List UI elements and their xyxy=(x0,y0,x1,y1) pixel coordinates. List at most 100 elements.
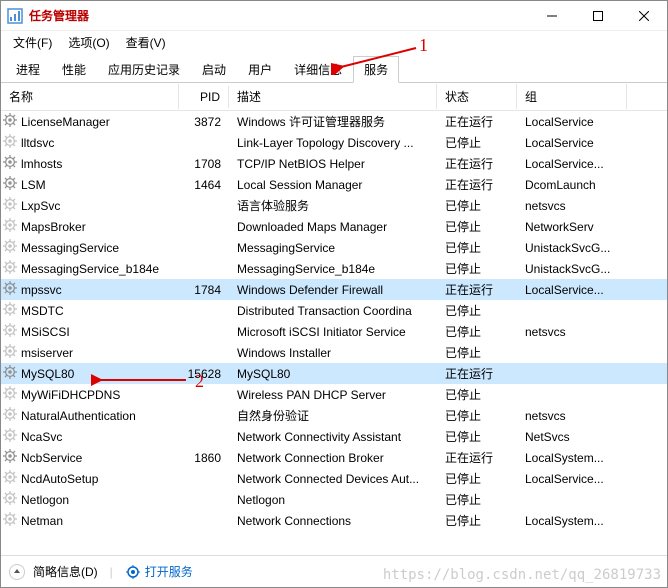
service-status: 正在运行 xyxy=(437,154,517,173)
service-name: Netlogon xyxy=(21,493,69,507)
service-pid: 1464 xyxy=(179,177,229,193)
service-status: 正在运行 xyxy=(437,280,517,299)
table-row[interactable]: MyWiFiDHCPDNSWireless PAN DHCP Server已停止 xyxy=(1,384,667,405)
col-header-status[interactable]: 状态 xyxy=(437,84,517,109)
table-row[interactable]: msiserverWindows Installer已停止 xyxy=(1,342,667,363)
gear-icon xyxy=(1,260,21,277)
table-row[interactable]: MySQL8015628MySQL80正在运行 xyxy=(1,363,667,384)
service-status: 已停止 xyxy=(437,490,517,509)
window-title: 任务管理器 xyxy=(29,7,529,24)
titlebar[interactable]: 任务管理器 xyxy=(1,1,667,31)
table-row[interactable]: MessagingServiceMessagingService已停止Unist… xyxy=(1,237,667,258)
gear-icon xyxy=(1,176,21,193)
service-desc: Network Connectivity Assistant xyxy=(229,429,437,445)
table-row[interactable]: NaturalAuthentication自然身份验证已停止netsvcs xyxy=(1,405,667,426)
service-pid: 1860 xyxy=(179,450,229,466)
table-row[interactable]: MSiSCSIMicrosoft iSCSI Initiator Service… xyxy=(1,321,667,342)
table-row[interactable]: NcaSvcNetwork Connectivity Assistant已停止N… xyxy=(1,426,667,447)
services-icon xyxy=(125,564,141,580)
menu-view[interactable]: 查看(V) xyxy=(120,32,172,53)
service-group: LocalSystem... xyxy=(517,513,627,529)
table-row[interactable]: NcbService1860Network Connection Broker正… xyxy=(1,447,667,468)
service-name: MySQL80 xyxy=(21,367,74,381)
table-row[interactable]: NetmanNetwork Connections已停止LocalSystem.… xyxy=(1,510,667,531)
gear-icon xyxy=(1,344,21,361)
service-status: 已停止 xyxy=(437,406,517,425)
tab-2[interactable]: 应用历史记录 xyxy=(97,56,191,83)
service-name: MessagingService xyxy=(21,241,119,255)
minimize-button[interactable] xyxy=(529,1,575,31)
tabbar: 进程性能应用历史记录启动用户详细信息服务 xyxy=(1,55,667,83)
table-row[interactable]: NcdAutoSetupNetwork Connected Devices Au… xyxy=(1,468,667,489)
gear-icon xyxy=(1,323,21,340)
table-row[interactable]: LSM1464Local Session Manager正在运行DcomLaun… xyxy=(1,174,667,195)
table-row[interactable]: lmhosts1708TCP/IP NetBIOS Helper正在运行Loca… xyxy=(1,153,667,174)
service-desc: Network Connections xyxy=(229,513,437,529)
service-pid xyxy=(179,499,229,501)
tab-6[interactable]: 服务 xyxy=(353,56,399,83)
service-desc: MySQL80 xyxy=(229,366,437,382)
service-pid xyxy=(179,478,229,480)
service-pid xyxy=(179,205,229,207)
service-pid xyxy=(179,268,229,270)
table-row[interactable]: MapsBrokerDownloaded Maps Manager已停止Netw… xyxy=(1,216,667,237)
service-name: msiserver xyxy=(21,346,73,360)
close-button[interactable] xyxy=(621,1,667,31)
menu-file[interactable]: 文件(F) xyxy=(7,32,58,53)
table-header: 名称 PID 描述 状态 组 xyxy=(1,83,667,111)
table-row[interactable]: lltdsvcLink-Layer Topology Discovery ...… xyxy=(1,132,667,153)
gear-icon xyxy=(1,197,21,214)
tab-4[interactable]: 用户 xyxy=(237,56,283,83)
service-desc: Netlogon xyxy=(229,492,437,508)
service-group: LocalService... xyxy=(517,471,627,487)
menu-options[interactable]: 选项(O) xyxy=(62,32,115,53)
tab-0[interactable]: 进程 xyxy=(5,56,51,83)
service-desc: 自然身份验证 xyxy=(229,406,437,425)
service-desc: 语言体验服务 xyxy=(229,196,437,215)
service-pid: 1708 xyxy=(179,156,229,172)
gear-icon xyxy=(1,239,21,256)
col-header-group[interactable]: 组 xyxy=(517,84,627,109)
brief-info-link[interactable]: 简略信息(D) xyxy=(33,563,98,580)
gear-icon xyxy=(1,218,21,235)
gear-icon xyxy=(1,386,21,403)
table-row[interactable]: mpssvc1784Windows Defender Firewall正在运行L… xyxy=(1,279,667,300)
maximize-button[interactable] xyxy=(575,1,621,31)
table-row[interactable]: MessagingService_b184eMessagingService_b… xyxy=(1,258,667,279)
gear-icon xyxy=(1,113,21,130)
table-row[interactable]: MSDTCDistributed Transaction Coordina已停止 xyxy=(1,300,667,321)
tab-1[interactable]: 性能 xyxy=(51,56,97,83)
open-services-link[interactable]: 打开服务 xyxy=(145,563,193,580)
table-row[interactable]: LxpSvc语言体验服务已停止netsvcs xyxy=(1,195,667,216)
services-table[interactable]: 名称 PID 描述 状态 组 LicenseManager3872Windows… xyxy=(1,83,667,553)
service-status: 已停止 xyxy=(437,238,517,257)
service-group: netsvcs xyxy=(517,324,627,340)
service-desc: Network Connected Devices Aut... xyxy=(229,471,437,487)
menubar: 文件(F) 选项(O) 查看(V) xyxy=(1,31,667,53)
tab-3[interactable]: 启动 xyxy=(191,56,237,83)
service-status: 已停止 xyxy=(437,343,517,362)
service-status: 已停止 xyxy=(437,322,517,341)
service-group: netsvcs xyxy=(517,198,627,214)
service-group xyxy=(517,499,627,501)
gear-icon xyxy=(1,470,21,487)
service-group: NetworkServ xyxy=(517,219,627,235)
service-group: LocalService... xyxy=(517,282,627,298)
service-pid xyxy=(179,394,229,396)
col-header-desc[interactable]: 描述 xyxy=(229,84,437,109)
service-pid xyxy=(179,331,229,333)
col-header-name[interactable]: 名称 xyxy=(1,84,179,109)
service-name: MSDTC xyxy=(21,304,64,318)
service-group: UnistackSvcG... xyxy=(517,240,627,256)
col-header-pid[interactable]: PID xyxy=(179,86,229,108)
service-name: Netman xyxy=(21,514,63,528)
table-row[interactable]: LicenseManager3872Windows 许可证管理器服务正在运行Lo… xyxy=(1,111,667,132)
gear-icon xyxy=(1,512,21,529)
service-desc: Link-Layer Topology Discovery ... xyxy=(229,135,437,151)
service-pid: 15628 xyxy=(179,366,229,382)
service-pid xyxy=(179,142,229,144)
expand-icon[interactable] xyxy=(9,564,25,580)
service-pid xyxy=(179,436,229,438)
table-row[interactable]: NetlogonNetlogon已停止 xyxy=(1,489,667,510)
tab-5[interactable]: 详细信息 xyxy=(283,56,353,83)
